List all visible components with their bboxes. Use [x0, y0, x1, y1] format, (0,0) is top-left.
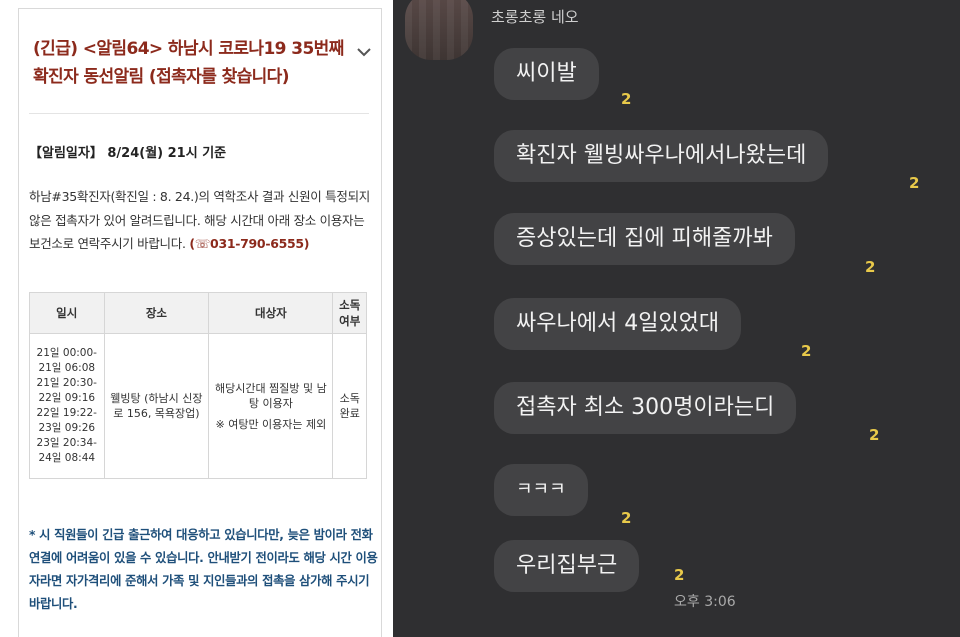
table-header: 일시 [29, 292, 105, 334]
notice-card: (긴급) <알림64> 하남시 코로나19 35번째 확진자 동선알림 (접촉자… [18, 8, 382, 637]
table-row: 21일 00:00-21일 06:08 21일 20:30-22일 09:16 … [29, 333, 367, 479]
avatar[interactable] [405, 0, 473, 60]
notice-title[interactable]: (긴급) <알림64> 하남시 코로나19 35번째 확진자 동선알림 (접촉자… [33, 35, 348, 91]
divider [29, 113, 369, 114]
time-range: 21일 20:30-22일 09:16 [36, 377, 97, 404]
table-cell-place: 웰빙탕 (하남시 신장로 156, 목욕장업) [103, 333, 210, 479]
chat-panel: 초롱초롱 네오 씨이발 2 확진자 웰빙싸우나에서나왔는데 2 증상있는데 집에… [393, 0, 960, 637]
message-bubble[interactable]: 접촉자 최소 300명이라는디 [494, 382, 797, 434]
unread-count: 2 [674, 566, 685, 584]
unread-count: 2 [621, 90, 632, 108]
message-bubble[interactable]: 씨이발 [494, 48, 599, 100]
table-header: 대상자 [208, 292, 334, 334]
table-header: 소독 여부 [332, 292, 367, 334]
message-bubble[interactable]: 확진자 웰빙싸우나에서나왔는데 [494, 130, 829, 182]
table-header: 장소 [103, 292, 210, 334]
table-cell-times: 21일 00:00-21일 06:08 21일 20:30-22일 09:16 … [29, 333, 105, 479]
message-bubble[interactable]: 증상있는데 집에 피해줄까봐 [494, 213, 795, 265]
time-range: 21일 00:00-21일 06:08 [36, 347, 97, 374]
time-range: 23일 20:34-24일 08:44 [36, 437, 97, 464]
target-note: ※ 여탕만 이용자는 제외 [215, 417, 327, 431]
table-cell-disinfection: 소독완료 [332, 333, 367, 479]
table-cell-target: 해당시간대 찜질방 및 남탕 이용자 ※ 여탕만 이용자는 제외 [208, 333, 334, 479]
sender-name: 초롱초롱 네오 [491, 8, 579, 26]
chevron-down-icon[interactable] [355, 43, 373, 61]
time-range: 22일 19:22-23일 09:26 [36, 407, 97, 434]
contact-table: 일시 장소 대상자 소독 여부 21일 00:00-21일 06:08 21일 … [29, 292, 367, 479]
unread-count: 2 [865, 258, 876, 276]
message-bubble[interactable]: 싸우나에서 4일있었대 [494, 298, 742, 350]
message-bubble[interactable]: 우리집부근 [494, 540, 640, 592]
unread-count: 2 [869, 426, 880, 444]
unread-count: 2 [909, 174, 920, 192]
notice-panel: (긴급) <알림64> 하남시 코로나19 35번째 확진자 동선알림 (접촉자… [0, 0, 384, 637]
target-text: 해당시간대 찜질방 및 남탕 이용자 [215, 381, 327, 410]
footnote: * 시 직원들이 긴급 출근하여 대응하고 있습니다만, 늦은 밤이라 전화연결… [29, 528, 378, 611]
notice-body: 하남#35확진자(확진일 : 8. 24.)의 역학조사 결과 신원이 특정되지… [29, 185, 374, 256]
unread-count: 2 [801, 342, 812, 360]
phone-number[interactable]: (☏031-790-6555) [189, 236, 309, 251]
notice-date: 【알림일자】 8/24(월) 21시 기준 [29, 146, 227, 161]
message-time: 오후 3:06 [674, 594, 736, 610]
unread-count: 2 [621, 509, 632, 527]
message-bubble[interactable]: ㅋㅋㅋ [494, 464, 588, 516]
